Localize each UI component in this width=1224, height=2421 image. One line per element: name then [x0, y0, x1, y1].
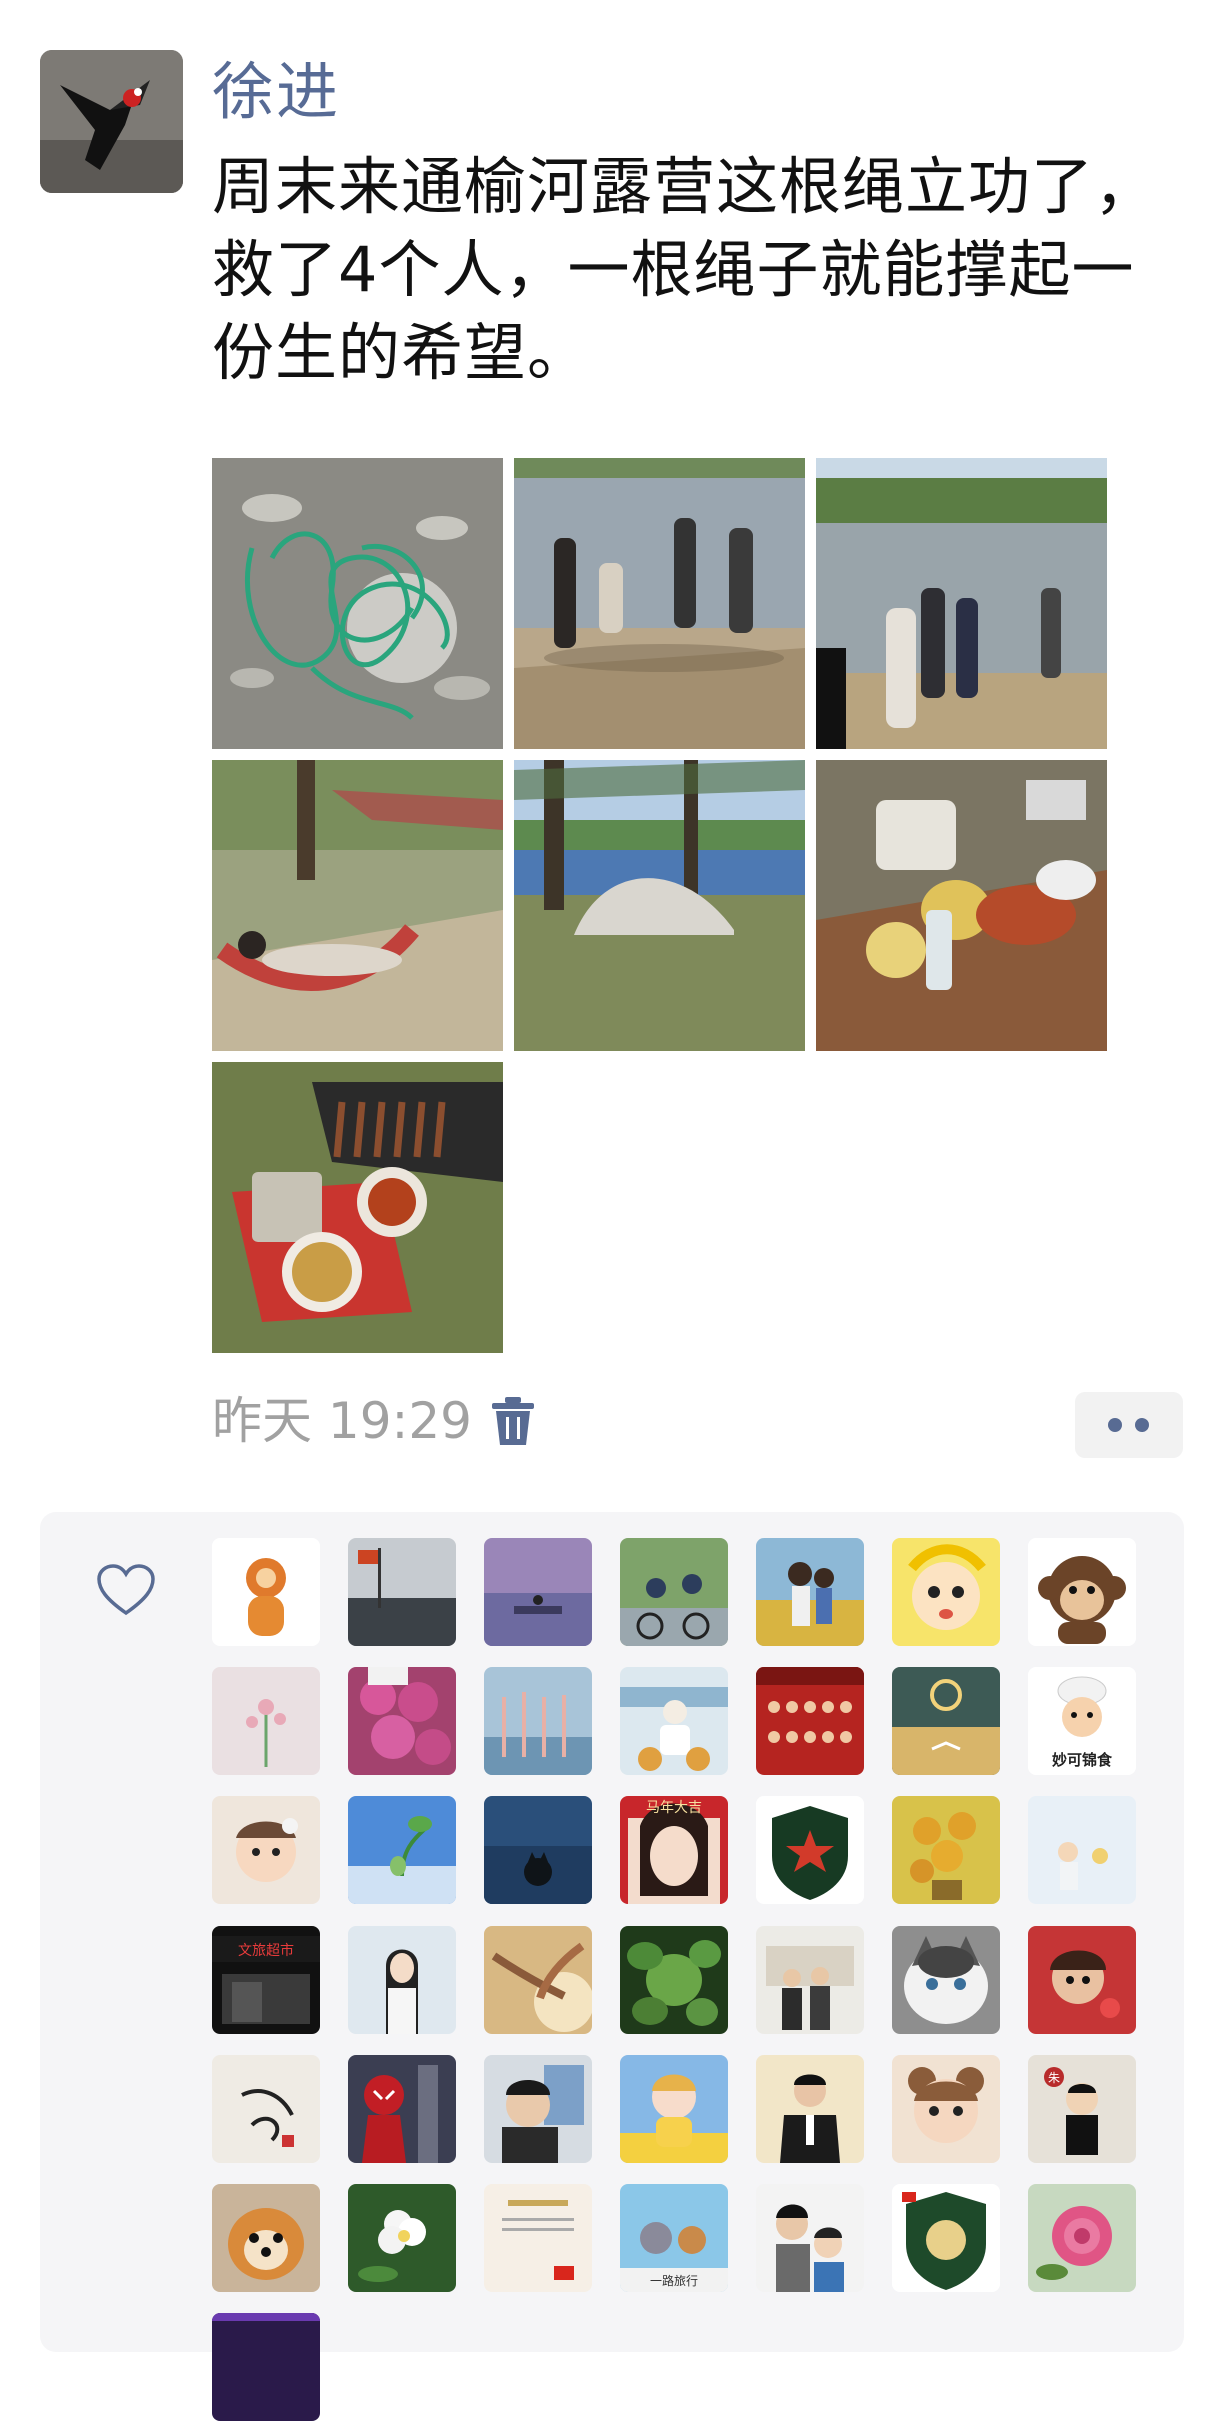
liker-avatar[interactable] — [892, 1667, 1000, 1775]
liker-avatar[interactable] — [212, 2313, 320, 2421]
liker-avatar[interactable] — [1028, 1926, 1136, 2034]
liker-avatar[interactable] — [348, 1926, 456, 2034]
liker-avatar[interactable] — [348, 1796, 456, 1904]
liker-avatar[interactable] — [756, 1796, 864, 1904]
author-avatar[interactable] — [40, 50, 183, 193]
liker-avatar[interactable]: 马年大吉 — [620, 1796, 728, 1904]
liker-avatar[interactable] — [892, 1538, 1000, 1646]
photo-river-rescue-2[interactable] — [816, 458, 1107, 749]
liker-avatar[interactable]: 一路旅行 — [620, 2184, 728, 2292]
avatar-caption: 一路旅行 — [650, 2273, 698, 2288]
liker-avatar[interactable] — [212, 1667, 320, 1775]
liker-avatar[interactable] — [892, 1796, 1000, 1904]
liker-avatar[interactable] — [620, 1926, 728, 2034]
avatar-caption: 妙可锦食 — [1052, 1751, 1113, 1769]
liker-avatar[interactable] — [1028, 1538, 1136, 1646]
liker-avatar[interactable] — [756, 2055, 864, 2163]
avatar-caption: 文旅超市 — [238, 1942, 294, 1959]
liker-avatar[interactable] — [484, 1538, 592, 1646]
liker-avatar[interactable] — [756, 2184, 864, 2292]
liker-avatar[interactable] — [892, 1926, 1000, 2034]
author-name[interactable]: 徐进 — [212, 52, 340, 132]
liker-avatar[interactable] — [484, 2055, 592, 2163]
dot-icon — [1135, 1418, 1149, 1432]
liker-avatar[interactable] — [756, 1667, 864, 1775]
dot-icon — [1108, 1418, 1122, 1432]
liker-avatar[interactable] — [756, 1538, 864, 1646]
liker-avatar[interactable] — [892, 2184, 1000, 2292]
liker-avatar[interactable] — [620, 2055, 728, 2163]
liker-avatar[interactable] — [348, 2055, 456, 2163]
liker-avatar[interactable] — [484, 1796, 592, 1904]
post-text: 周末来通榆河露营这根绳立功了，救了4个人，一根绳子就能撑起一份生的希望。 — [212, 150, 1158, 389]
liker-avatar[interactable] — [892, 2055, 1000, 2163]
photo-food-table[interactable] — [816, 760, 1107, 1051]
liker-avatar[interactable] — [484, 1667, 592, 1775]
photo-rope[interactable] — [212, 458, 503, 749]
liker-avatar[interactable] — [212, 2055, 320, 2163]
avatar-caption: 朱 — [1048, 2071, 1060, 2085]
heart-icon — [96, 1563, 156, 1617]
liker-avatar[interactable] — [1028, 2184, 1136, 2292]
liker-avatar[interactable] — [484, 2184, 592, 2292]
liker-avatar[interactable] — [756, 1926, 864, 2034]
liker-avatar[interactable] — [620, 1538, 728, 1646]
avatar-caption: 马年大吉 — [646, 1800, 702, 1816]
photo-barbecue[interactable] — [212, 1062, 503, 1353]
delete-icon[interactable] — [490, 1395, 536, 1447]
liker-avatar[interactable] — [1028, 1796, 1136, 1904]
liker-avatar[interactable] — [212, 1796, 320, 1904]
photo-hammock[interactable] — [212, 760, 503, 1051]
liker-avatar[interactable] — [620, 1667, 728, 1775]
more-actions-button[interactable] — [1075, 1392, 1183, 1458]
liker-avatar[interactable]: 朱 — [1028, 2055, 1136, 2163]
photo-river-rescue-1[interactable] — [514, 458, 805, 749]
liker-avatar[interactable] — [484, 1926, 592, 2034]
post-time: 昨天 19:29 — [212, 1392, 472, 1450]
liker-avatar[interactable] — [212, 1538, 320, 1646]
liker-avatar[interactable]: 妙可锦食 — [1028, 1667, 1136, 1775]
liker-avatar[interactable]: 文旅超市 — [212, 1926, 320, 2034]
photo-grid — [212, 458, 1112, 1353]
liker-avatar[interactable] — [348, 1667, 456, 1775]
liker-avatar[interactable] — [348, 2184, 456, 2292]
liker-avatar[interactable] — [348, 1538, 456, 1646]
liker-avatar[interactable] — [212, 2184, 320, 2292]
photo-tent[interactable] — [514, 760, 805, 1051]
